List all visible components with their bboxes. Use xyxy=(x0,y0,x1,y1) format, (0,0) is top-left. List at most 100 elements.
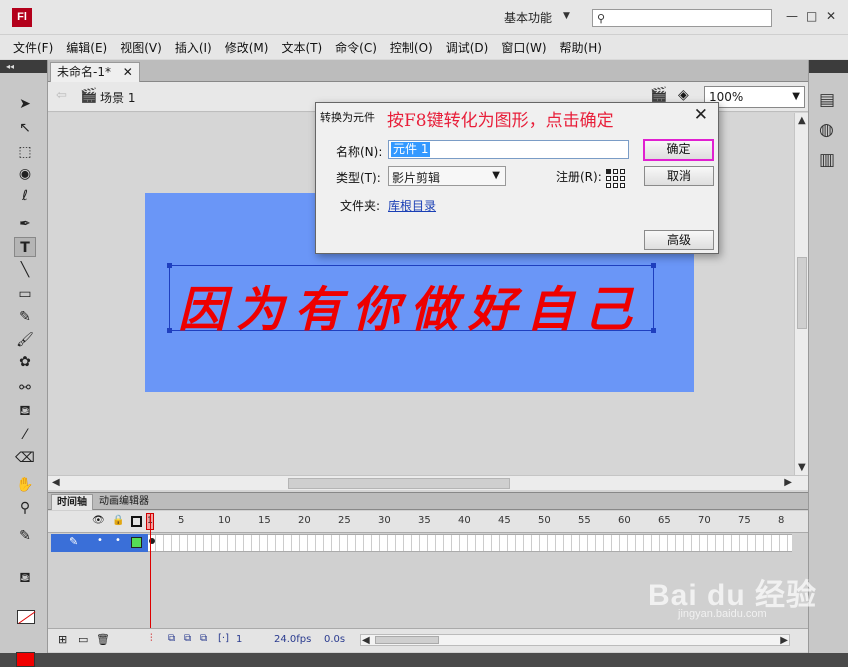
fill-color-icon[interactable]: ⛾ xyxy=(14,568,36,588)
text-tool-icon[interactable]: T xyxy=(14,237,36,257)
rectangle-tool-icon[interactable]: ▭ xyxy=(14,284,36,304)
edit-scene-icon[interactable]: 🎬 xyxy=(650,87,667,103)
menu-edit[interactable]: 编辑(E) xyxy=(66,39,107,56)
zoom-tool-icon[interactable]: ⚲ xyxy=(14,498,36,518)
registration-point[interactable] xyxy=(606,183,611,188)
hand-tool-icon[interactable]: ✋ xyxy=(14,475,36,495)
onion-markers-icon[interactable]: [·] xyxy=(218,633,229,644)
new-folder-icon[interactable]: ▭ xyxy=(78,633,88,646)
line-tool-icon[interactable]: ╲ xyxy=(14,260,36,280)
tab-motion-editor[interactable]: 动画编辑器 xyxy=(94,494,154,510)
tab-timeline[interactable]: 时间轴 xyxy=(51,494,93,510)
color-panel-icon[interactable]: ◍ xyxy=(819,120,834,140)
cancel-button[interactable]: 取消 xyxy=(644,166,714,186)
scroll-thumb[interactable] xyxy=(797,257,807,329)
panel-expand-icon[interactable] xyxy=(809,60,848,73)
back-arrow-icon[interactable]: ⇦ xyxy=(56,88,67,103)
registration-point[interactable] xyxy=(620,183,625,188)
scroll-down-icon[interactable]: ▼ xyxy=(798,462,806,473)
3d-rotation-tool-icon[interactable]: ◉ xyxy=(14,164,36,184)
selected-text-field[interactable]: 因为有你做好自己 xyxy=(167,263,656,338)
properties-panel-icon[interactable]: ▤ xyxy=(819,90,835,110)
scroll-left-icon[interactable]: ◀ xyxy=(52,477,60,488)
registration-point[interactable] xyxy=(613,183,618,188)
center-frame-icon[interactable]: ⫶ xyxy=(150,633,153,644)
selection-handle[interactable] xyxy=(167,263,172,268)
scroll-thumb[interactable] xyxy=(288,478,510,489)
scroll-right-icon[interactable]: ▶ xyxy=(784,477,792,488)
scroll-left-icon[interactable]: ◀ xyxy=(362,635,370,646)
trash-icon[interactable]: 🗑 xyxy=(96,633,110,646)
menu-insert[interactable]: 插入(I) xyxy=(175,39,212,56)
zoom-select[interactable]: 100% ▼ xyxy=(704,86,805,108)
menu-control[interactable]: 控制(O) xyxy=(390,39,433,56)
scroll-up-icon[interactable]: ▲ xyxy=(798,115,806,126)
registration-point[interactable] xyxy=(606,169,611,174)
subselection-tool-icon[interactable]: ↖ xyxy=(14,118,36,138)
symbol-type-select[interactable]: 影片剪辑 ▼ xyxy=(388,166,506,186)
brush-tool-icon[interactable]: 🖌 xyxy=(14,330,36,350)
eye-icon[interactable]: 👁 xyxy=(92,515,105,526)
deco-tool-icon[interactable]: ✿ xyxy=(14,352,36,372)
edit-symbol-icon[interactable]: ◈ xyxy=(678,87,689,103)
timeline-scrollbar[interactable]: ◀ ▶ xyxy=(360,634,790,646)
selection-handle[interactable] xyxy=(651,263,656,268)
advanced-button[interactable]: 高级 xyxy=(644,230,714,250)
timeline-ruler[interactable]: 👁 🔒 1 5 10 15 20 25 30 35 40 45 50 55 60… xyxy=(48,511,808,533)
chevron-down-icon[interactable]: ▼ xyxy=(563,11,570,21)
registration-point[interactable] xyxy=(620,176,625,181)
workspace-switcher[interactable]: 基本功能 xyxy=(504,9,552,26)
menu-modify[interactable]: 修改(M) xyxy=(225,39,269,56)
symbol-name-input[interactable]: 元件 1 xyxy=(388,140,629,159)
bone-tool-icon[interactable]: ⚯ xyxy=(14,378,36,398)
scene-label[interactable]: 场景 1 xyxy=(100,89,135,106)
scroll-right-icon[interactable]: ▶ xyxy=(780,635,788,646)
document-tab[interactable]: 未命名-1* ✕ xyxy=(50,62,140,82)
close-icon[interactable]: ✕ xyxy=(123,65,133,79)
stroke-color-swatch[interactable] xyxy=(17,610,35,624)
selection-handle[interactable] xyxy=(651,328,656,333)
layer-row[interactable]: ✎ • • xyxy=(48,534,808,552)
registration-point[interactable] xyxy=(606,176,611,181)
pencil-tool-icon[interactable]: ✎ xyxy=(14,307,36,327)
menu-help[interactable]: 帮助(H) xyxy=(560,39,602,56)
library-panel-icon[interactable]: ▥ xyxy=(819,150,835,170)
dot-icon[interactable]: • xyxy=(97,535,103,546)
menu-text[interactable]: 文本(T) xyxy=(281,39,322,56)
lasso-tool-icon[interactable]: ℓ xyxy=(14,186,36,206)
outline-icon[interactable] xyxy=(131,516,142,527)
selection-handle[interactable] xyxy=(167,328,172,333)
pen-tool-icon[interactable]: ✒ xyxy=(14,214,36,234)
selection-tool-icon[interactable]: ➤ xyxy=(14,94,36,114)
panel-collapse-icon[interactable]: ◂◂ xyxy=(0,60,47,73)
close-button[interactable]: ✕ xyxy=(826,9,836,23)
eyedropper-tool-icon[interactable]: ⁄ xyxy=(14,425,36,445)
maximize-button[interactable]: □ xyxy=(806,9,817,23)
onion-skin-icon[interactable]: ⧉ xyxy=(168,633,175,644)
frame-rate[interactable]: 24.0fps xyxy=(274,634,311,645)
menu-window[interactable]: 窗口(W) xyxy=(501,39,546,56)
help-search-input[interactable]: ⚲ xyxy=(592,9,772,27)
fill-color-swatch[interactable] xyxy=(16,652,35,667)
eraser-tool-icon[interactable]: ⌫ xyxy=(14,448,36,468)
new-layer-icon[interactable]: ⊞ xyxy=(58,633,67,646)
menu-debug[interactable]: 调试(D) xyxy=(446,39,489,56)
registration-point[interactable] xyxy=(613,169,618,174)
onion-outline-icon[interactable]: ⧉ xyxy=(184,633,191,644)
lock-icon[interactable]: 🔒 xyxy=(112,515,124,526)
registration-point[interactable] xyxy=(620,169,625,174)
menu-view[interactable]: 视图(V) xyxy=(120,39,162,56)
menu-commands[interactable]: 命令(C) xyxy=(335,39,377,56)
registration-point[interactable] xyxy=(613,176,618,181)
menu-file[interactable]: 文件(F) xyxy=(13,39,53,56)
paint-bucket-tool-icon[interactable]: ⛾ xyxy=(14,401,36,421)
registration-grid[interactable] xyxy=(606,169,625,188)
free-transform-tool-icon[interactable]: ⬚ xyxy=(14,142,36,162)
vertical-scrollbar[interactable]: ▲ ▼ xyxy=(794,113,808,475)
layer-outline-color[interactable] xyxy=(131,537,142,548)
dot-icon[interactable]: • xyxy=(115,535,121,546)
horizontal-scrollbar[interactable]: ◀ ▶ xyxy=(48,475,808,490)
ok-button[interactable]: 确定 xyxy=(643,139,714,161)
minimize-button[interactable]: — xyxy=(786,9,798,23)
close-icon[interactable]: ✕ xyxy=(694,105,708,125)
